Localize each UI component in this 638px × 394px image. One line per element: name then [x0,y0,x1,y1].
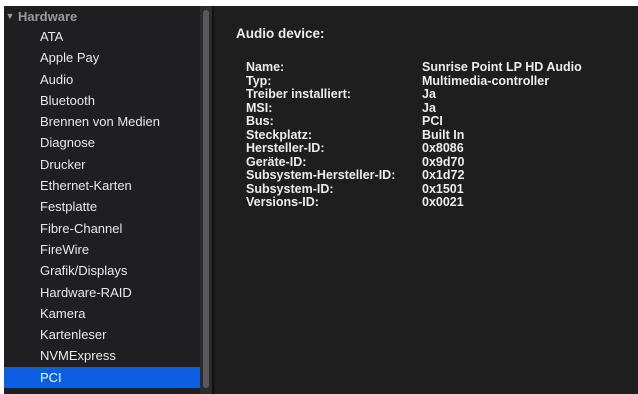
sidebar-scrollbar[interactable] [200,6,212,394]
property-row: MSI: Ja [246,100,582,116]
sidebar-item-drucker[interactable]: Drucker [4,154,200,175]
property-key: Subsystem-Hersteller-ID: [246,168,396,182]
property-value: 0x1d72 [422,168,465,182]
sidebar-item-apple-pay[interactable]: Apple Pay [4,47,200,68]
property-value: Sunrise Point LP HD Audio [422,60,582,74]
property-value: 0x9d70 [422,154,465,169]
disclosure-triangle-expanded-icon[interactable]: ▼ [4,11,16,21]
property-list: Name: Sunrise Point LP HD Audio Typ: Mul… [246,60,582,210]
sidebar-item-audio[interactable]: Audio [4,69,200,90]
sidebar-item-kamera[interactable]: Kamera [4,303,200,324]
property-key: Versions-ID: [246,195,319,209]
sidebar-item-grafik-displays[interactable]: Grafik/Displays [4,260,200,281]
property-row: Versions-ID: 0x0021 [246,195,582,210]
property-row: Subsystem-ID: 0x1501 [246,181,582,197]
property-key: Bus: [246,114,274,128]
sidebar-item-fibre-channel[interactable]: Fibre-Channel [4,218,200,239]
sidebar-item-ata[interactable]: ATA [4,26,200,47]
property-value: 0x0021 [422,195,464,209]
property-row: Steckplatz: Built In [246,127,582,143]
sidebar-item-diagnose[interactable]: Diagnose [4,132,200,153]
property-value: PCI [422,114,443,128]
property-value: Ja [422,87,436,101]
property-row: Name: Sunrise Point LP HD Audio [246,60,582,75]
property-row: Treiber installiert: Ja [246,87,582,102]
property-key: Steckplatz: [246,127,312,142]
property-key: MSI: [246,100,273,115]
sidebar-item-pci[interactable]: PCI [4,366,200,389]
sidebar-group-label: Hardware [18,8,78,24]
property-key: Treiber installiert: [246,87,351,101]
sidebar-item-brennen-von-medien[interactable]: Brennen von Medien [4,111,200,132]
sidebar-scrollbar-thumb[interactable] [203,10,209,388]
section-title: Audio device: [236,26,325,41]
property-value: 0x1501 [422,181,464,196]
property-row: Subsystem-Hersteller-ID: 0x1d72 [246,168,582,183]
property-key: Typ: [246,73,272,88]
property-value: Built In [422,127,465,142]
property-key: Hersteller-ID: [246,141,325,155]
property-value: Ja [422,100,436,115]
property-key: Subsystem-ID: [246,181,334,196]
sidebar-item-list: ATA Apple Pay Audio Bluetooth Brennen vo… [4,26,200,389]
property-value: 0x8086 [422,141,464,155]
sidebar-item-festplatte[interactable]: Festplatte [4,196,200,217]
detail-pane: Audio device: Name: Sunrise Point LP HD … [214,6,638,394]
sidebar-group-hardware[interactable]: ▼ Hardware [4,6,78,26]
sidebar-item-kartenleser[interactable]: Kartenleser [4,324,200,345]
sidebar-item-firewire[interactable]: FireWire [4,239,200,260]
property-key: Geräte-ID: [246,154,307,169]
property-value: Multimedia-controller [422,73,550,88]
property-row: Bus: PCI [246,114,582,129]
property-row: Typ: Multimedia-controller [246,73,582,89]
property-row: Geräte-ID: 0x9d70 [246,154,582,170]
sidebar: ▼ Hardware ATA Apple Pay Audio Bluetooth… [4,6,208,394]
sidebar-item-hardware-raid[interactable]: Hardware-RAID [4,282,200,303]
sidebar-item-bluetooth[interactable]: Bluetooth [4,90,200,111]
property-row: Hersteller-ID: 0x8086 [246,141,582,156]
sidebar-item-ethernet-karten[interactable]: Ethernet-Karten [4,175,200,196]
sidebar-item-nvmexpress[interactable]: NVMExpress [4,345,200,366]
system-information-window: ▼ Hardware ATA Apple Pay Audio Bluetooth… [0,0,638,394]
property-key: Name: [246,60,285,74]
